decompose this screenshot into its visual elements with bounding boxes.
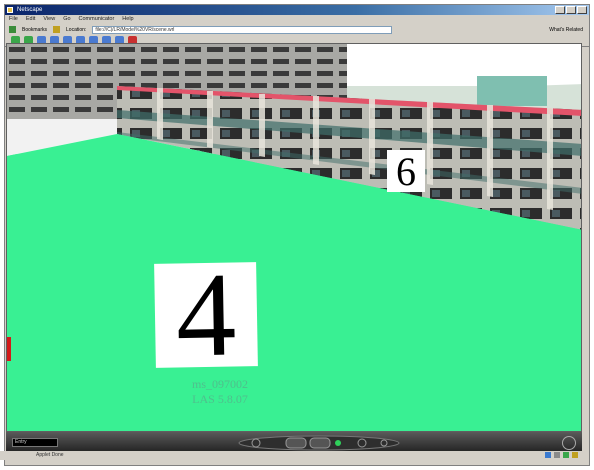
location-label: Location: <box>66 26 87 33</box>
turn-icon <box>309 437 331 449</box>
location-toolbar: Bookmarks Location: file:///C|/LR/Model%… <box>5 24 589 35</box>
menu-edit[interactable]: Edit <box>26 15 35 24</box>
menu-go[interactable]: Go <box>63 15 70 24</box>
caption-line-1: ms_097002 <box>191 377 248 391</box>
location-input[interactable]: file:///C|/LR/Model%20VR/scene.wrl <box>92 25 393 34</box>
scene-caption: ms_097002 LAS 5.8.07 <box>165 377 275 407</box>
network-status-icon <box>554 452 560 458</box>
vrml-viewport[interactable]: 6 4 ms_097002 LAS 5.8.07 <box>6 43 582 432</box>
menu-communicator[interactable]: Communicator <box>79 15 115 24</box>
netscape-icon <box>7 7 13 13</box>
scene-render <box>7 44 581 431</box>
minimize-button[interactable] <box>555 6 565 14</box>
component-bar-icon[interactable] <box>563 452 569 458</box>
title-bar: Netscape <box>5 5 589 15</box>
maximize-button[interactable] <box>566 6 576 14</box>
scene-object-red <box>7 337 11 361</box>
location-icon <box>53 26 61 33</box>
navigation-controls[interactable] <box>234 435 404 451</box>
menu-view[interactable]: View <box>43 15 55 24</box>
waypoint-marker-4[interactable]: 4 <box>154 247 258 382</box>
distant-building-teal <box>477 76 547 106</box>
caption-line-2: LAS 5.8.07 <box>192 392 248 406</box>
whats-related-button[interactable]: What's Related <box>549 27 589 33</box>
menu-help[interactable]: Help <box>122 15 133 24</box>
security-status-icon[interactable] <box>545 452 551 458</box>
pan-icon <box>285 437 307 449</box>
go-icon <box>335 440 341 446</box>
mail-icon[interactable] <box>572 452 578 458</box>
waypoint-marker-6[interactable]: 6 <box>387 149 425 194</box>
bookmarks-button[interactable]: Bookmarks <box>22 27 47 33</box>
related-icon <box>536 26 543 33</box>
viewpoint-select[interactable]: Entry <box>12 438 58 447</box>
status-bar: Applet Done <box>0 451 584 460</box>
status-text: Applet Done <box>36 452 64 458</box>
menu-bar: File Edit View Go Communicator Help <box>5 15 589 24</box>
bookmarks-icon[interactable] <box>9 26 16 33</box>
menu-file[interactable]: File <box>9 15 18 24</box>
help-icon[interactable] <box>562 436 576 450</box>
window-title: Netscape <box>17 7 43 13</box>
close-button[interactable] <box>577 6 587 14</box>
